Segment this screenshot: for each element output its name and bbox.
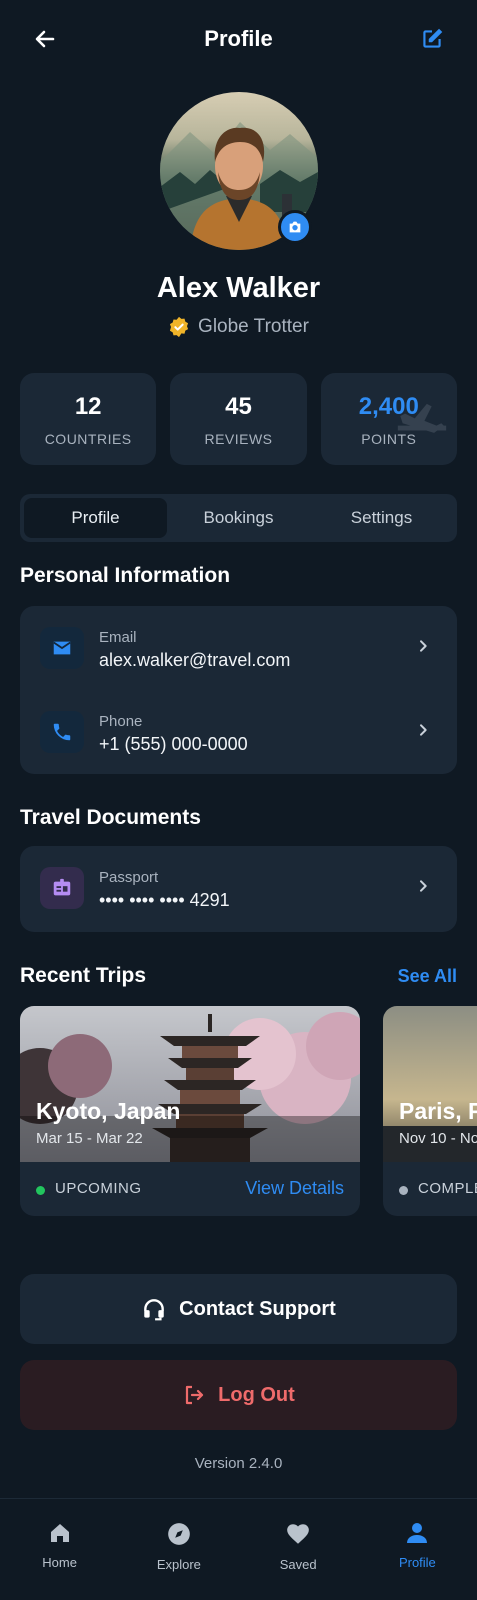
app-version: Version 2.4.0 [194,1455,283,1472]
home-icon [50,1524,69,1542]
trip-name: Kyoto, Japan [36,1098,181,1124]
section-title-documents: Travel Documents [20,806,201,829]
phone-value: +1 (555) 000-0000 [99,734,248,754]
section-title-personal: Personal Information [20,564,231,587]
trip-image: Kyoto, Japan Mar 15 - Mar 22 [20,1006,360,1162]
chevron-right-icon [420,880,427,892]
nav-explore[interactable]: Explore [119,1499,238,1600]
avatar-container [160,92,318,250]
trip-footer: UPCOMING View Details [20,1162,360,1216]
trip-footer: COMPLETED [383,1162,477,1216]
tab-bookings[interactable]: Bookings [167,498,310,538]
trip-dates: Nov 10 - Nov 18 [399,1130,477,1147]
personal-info-card: Email alex.walker@travel.com Phone +1 (5… [20,606,457,774]
email-row[interactable]: Email alex.walker@travel.com [20,606,457,690]
id-badge-icon [53,878,71,896]
plane-icon [397,403,447,433]
trip-dates: Mar 15 - Mar 22 [36,1130,143,1147]
nav-label: Profile [398,1555,436,1570]
change-photo-button[interactable] [278,210,312,244]
nav-label: Saved [279,1557,317,1572]
phone-row[interactable]: Phone +1 (555) 000-0000 [20,690,457,774]
nav-profile[interactable]: Profile [358,1499,477,1600]
camera-icon [289,221,301,233]
contact-support-button[interactable]: Contact Support [20,1274,457,1344]
stat-value: 45 [225,393,252,420]
trip-name: Paris, France [399,1098,477,1124]
phone-icon [53,723,71,741]
passport-value: •••• •••• •••• 4291 [99,890,230,910]
email-label: Email [99,629,137,646]
tab-settings[interactable]: Settings [310,498,453,538]
section-title-trips: Recent Trips [20,964,147,987]
bottom-nav: Home Explore Saved Profile [0,1498,477,1600]
status-dot [36,1186,45,1195]
view-details-link[interactable]: View Details [245,1178,344,1199]
nav-label: Home [42,1555,77,1570]
stat-label: COUNTRIES [44,431,132,447]
passport-label: Passport [99,869,159,886]
trip-status: COMPLETED [418,1180,477,1197]
profile-badge: Globe Trotter [0,316,477,338]
stat-points[interactable]: 2,400 POINTS [320,373,457,465]
stat-countries[interactable]: 12 COUNTRIES [20,373,157,465]
mail-icon [53,641,71,655]
trip-status: UPCOMING [55,1180,142,1197]
passport-icon-box [40,867,84,909]
stat-reviews[interactable]: 45 REVIEWS [170,373,307,465]
edit-profile-button[interactable] [417,24,447,54]
trip-image: Paris, France Nov 10 - Nov 18 [383,1006,477,1162]
nav-saved[interactable]: Saved [239,1499,358,1600]
trip-card-kyoto[interactable]: Kyoto, Japan Mar 15 - Mar 22 UPCOMING Vi… [20,1006,360,1216]
chevron-right-icon [420,724,427,736]
email-icon-box [40,627,84,669]
profile-screen: Profile Alex Walker Globe Trotter 12 COU… [0,0,477,1600]
compass-icon [168,1523,190,1545]
verified-badge-icon [169,316,189,338]
page-title: Profile [204,26,273,51]
person-icon [407,1523,428,1543]
profile-tabs: Profile Bookings Settings [20,494,457,542]
chevron-right-icon [420,640,427,652]
profile-name: Alex Walker [156,272,321,304]
nav-label: Explore [156,1557,201,1572]
phone-label: Phone [99,713,143,730]
logout-icon [186,1385,204,1405]
stats-row: 12 COUNTRIES 45 REVIEWS 2,400 POINTS [20,373,457,465]
nav-home[interactable]: Home [0,1499,119,1600]
passport-row[interactable]: Passport •••• •••• •••• 4291 [20,846,457,930]
stat-value: 12 [74,393,102,420]
status-dot [399,1186,408,1195]
top-bar: Profile [0,0,477,78]
email-value: alex.walker@travel.com [99,650,291,670]
headset-icon [144,1299,165,1321]
edit-icon [423,28,443,48]
stat-label: REVIEWS [204,431,273,447]
heart-icon [287,1524,309,1544]
log-out-label: Log Out [218,1383,295,1406]
trip-card-paris[interactable]: Paris, France Nov 10 - Nov 18 COMPLETED [383,1006,477,1216]
badge-label: Globe Trotter [198,316,309,337]
contact-support-label: Contact Support [179,1297,336,1320]
see-all-trips-link[interactable]: See All [398,966,457,987]
log-out-button[interactable]: Log Out [20,1360,457,1430]
travel-documents-card: Passport •••• •••• •••• 4291 [20,846,457,932]
phone-icon-box [40,711,84,753]
tab-profile[interactable]: Profile [24,498,167,538]
